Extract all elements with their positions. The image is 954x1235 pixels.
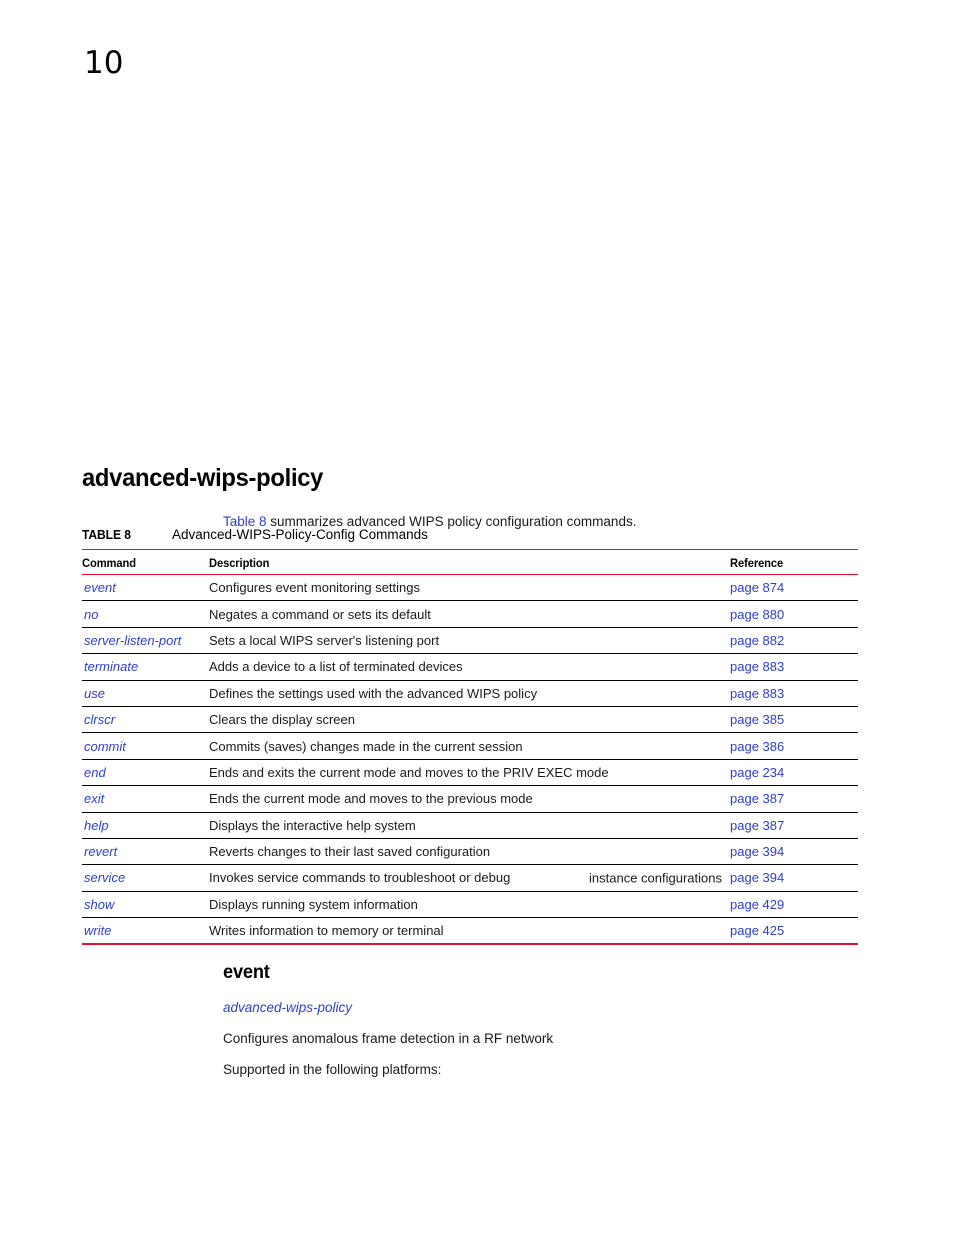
reference-link[interactable]: page 385 [730, 706, 858, 734]
table-body: event Configures event monitoring setting… [82, 574, 858, 946]
table-row: revert Reverts changes to their last save… [82, 838, 858, 866]
section-platforms-label: Supported in the following platforms: [223, 1062, 442, 1078]
command-link[interactable]: use [82, 680, 209, 707]
command-link[interactable]: terminate [82, 653, 209, 681]
table-row: show Displays running system information p… [82, 891, 858, 919]
command-description: Adds a device to a list of terminated de… [209, 659, 463, 675]
command-description: Writes information to memory or terminal [209, 923, 444, 939]
column-header-reference-label: Reference [730, 555, 784, 570]
command-link[interactable]: service [82, 864, 209, 892]
reference-link[interactable]: page 234 [730, 759, 858, 787]
section-description: Configures anomalous frame detection in … [223, 1031, 554, 1047]
reference-link[interactable]: page 882 [730, 627, 858, 655]
command-description: Sets a local WIPS server's listening por… [209, 632, 440, 648]
table-row: exit Ends the current mode and moves to t… [82, 785, 858, 813]
command-link[interactable]: commit [82, 732, 209, 760]
table-row: service Invokes service commands to troub… [82, 864, 858, 892]
command-link[interactable]: write [82, 917, 209, 946]
page-title: advanced-wips-policy [82, 463, 324, 492]
chapter-number: 10 [84, 45, 124, 81]
command-description: Ends the current mode and moves to the p… [209, 791, 533, 807]
command-description: Configures event monitoring settings [209, 580, 421, 596]
command-description-cell: Defines the settings used with the advan… [209, 680, 730, 707]
column-header-description-label: Description [209, 555, 270, 570]
command-description: Negates a command or sets its default [209, 606, 431, 622]
reference-link[interactable]: page 394 [730, 864, 858, 892]
table-row: server-listen-port Sets a local WIPS serv… [82, 627, 858, 655]
table-row: commit Commits (saves) changes made in th… [82, 732, 858, 760]
command-link[interactable]: server-listen-port [82, 627, 209, 655]
reference-link[interactable]: page 880 [730, 600, 858, 628]
table-row: event Configures event monitoring setting… [82, 574, 858, 602]
command-description-cell: Writes information to memory or terminal [209, 917, 730, 946]
command-description-cell: Reverts changes to their last saved conf… [209, 838, 730, 866]
command-description: Displays the interactive help system [209, 817, 416, 833]
command-description-cell: Clears the display screen [209, 706, 730, 734]
command-link[interactable]: event [82, 574, 209, 602]
command-description-cell: Ends the current mode and moves to the p… [209, 785, 730, 813]
command-description: Reverts changes to their last saved conf… [209, 844, 491, 860]
table-row: write Writes information to memory or ter… [82, 917, 858, 946]
column-header-command-label: Command [82, 555, 136, 570]
command-link[interactable]: show [82, 891, 209, 919]
table-caption-text: Advanced-WIPS-Policy-Config Commands [172, 527, 428, 542]
command-description-cell: Sets a local WIPS server's listening por… [209, 627, 730, 655]
section-heading: event [223, 962, 270, 983]
table-row: use Defines the settings used with the ad… [82, 680, 858, 707]
reference-link[interactable]: page 387 [730, 812, 858, 839]
reference-link[interactable]: page 394 [730, 838, 858, 866]
event-section: event advanced-wips-policy Configures an… [223, 963, 863, 1079]
command-description-cell: Commits (saves) changes made in the curr… [209, 732, 730, 760]
command-description: Clears the display screen [209, 712, 355, 728]
command-description: Defines the settings used with the advan… [209, 685, 538, 701]
command-description: Displays running system information [209, 896, 418, 912]
column-header-reference: Reference [730, 549, 858, 575]
command-description-cell: Adds a device to a list of terminated de… [209, 653, 730, 681]
table-row: terminate Adds a device to a list of term… [82, 653, 858, 681]
table-caption-label: TABLE 8 [82, 527, 131, 542]
command-link[interactable]: end [82, 759, 209, 787]
commands-table: Command Description Reference event Confi… [82, 549, 858, 946]
command-description-cell: Configures event monitoring settings [209, 574, 730, 602]
command-description: Invokes service commands to troubleshoot… [209, 870, 511, 886]
reference-link[interactable]: page 387 [730, 785, 858, 813]
table-row: help Displays the interactive help system… [82, 812, 858, 839]
command-description-cell: Displays the interactive help system [209, 812, 730, 839]
table-row: no Negates a command or sets its default p… [82, 600, 858, 628]
command-description-cell: Ends and exits the current mode and move… [209, 759, 730, 787]
command-description-cell: Invokes service commands to troubleshoot… [209, 864, 730, 892]
column-header-command: Command [82, 549, 209, 575]
reference-link[interactable]: page 425 [730, 917, 858, 946]
table-caption: TABLE 8 Advanced-WIPS-Policy-Config Comma… [82, 527, 428, 542]
document-page: 10 advanced-wips-policy Table 8 summariz… [0, 0, 954, 1235]
command-link[interactable]: exit [82, 785, 209, 813]
table-row: end Ends and exits the current mode and m… [82, 759, 858, 787]
reference-link[interactable]: page 386 [730, 732, 858, 760]
table-header-row: Command Description Reference [82, 549, 858, 575]
section-mode-link[interactable]: advanced-wips-policy [223, 1000, 863, 1016]
reference-link[interactable]: page 883 [730, 680, 858, 707]
command-description-extra: instance configurations [589, 870, 722, 886]
command-link[interactable]: revert [82, 838, 209, 866]
command-description-cell: Negates a command or sets its default [209, 600, 730, 628]
command-link[interactable]: no [82, 600, 209, 628]
reference-link[interactable]: page 883 [730, 653, 858, 681]
command-link[interactable]: help [82, 812, 209, 839]
command-link[interactable]: clrscr [82, 706, 209, 734]
reference-link[interactable]: page 429 [730, 891, 858, 919]
table-row: clrscr Clears the display screen page 385 [82, 706, 858, 734]
command-description-cell: Displays running system information [209, 891, 730, 919]
command-description: Ends and exits the current mode and move… [209, 764, 609, 780]
column-header-description: Description [209, 549, 730, 575]
command-description: Commits (saves) changes made in the curr… [209, 738, 523, 754]
reference-link[interactable]: page 874 [730, 574, 858, 602]
